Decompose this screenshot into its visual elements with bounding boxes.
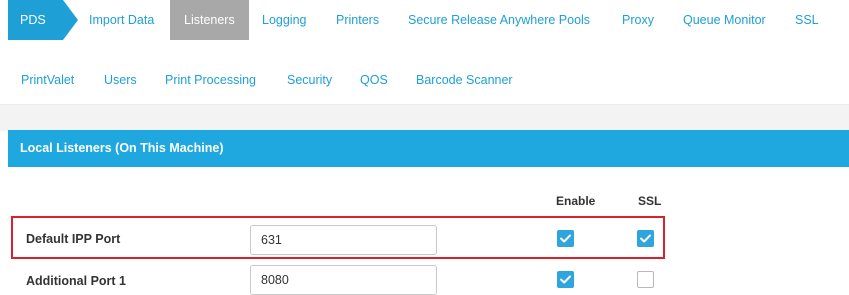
nav-tab-qos[interactable]: QOS (360, 60, 388, 100)
check-icon (640, 234, 651, 243)
divider-band (0, 104, 849, 131)
default-ipp-port-input[interactable] (250, 225, 437, 255)
additional-port-1-ssl-checkbox[interactable] (637, 271, 654, 288)
nav-tab-printvalet[interactable]: PrintValet (21, 60, 74, 100)
additional-port-1-enable-checkbox[interactable] (557, 271, 574, 288)
nav-tab-ssl[interactable]: SSL (795, 0, 819, 40)
nav-tab-proxy[interactable]: Proxy (622, 0, 654, 40)
nav-tab-logging[interactable]: Logging (262, 0, 307, 40)
check-icon (560, 234, 571, 243)
default-ipp-ssl-checkbox[interactable] (637, 230, 654, 247)
nav-tab-listeners[interactable]: Listeners (170, 0, 249, 40)
nav-tab-security[interactable]: Security (287, 60, 332, 100)
check-icon (560, 275, 571, 284)
row-label-default-ipp-port: Default IPP Port (26, 232, 121, 246)
panel-title: Local Listeners (On This Machine) (8, 130, 849, 167)
column-header-ssl: SSL (638, 194, 662, 208)
column-header-enable: Enable (556, 194, 596, 208)
nav-tab-import-data[interactable]: Import Data (89, 0, 154, 40)
nav-tab-print-processing[interactable]: Print Processing (165, 60, 256, 100)
row-label-additional-port-1: Additional Port 1 (26, 274, 126, 288)
nav-tab-secure-release-anywhere-pools[interactable]: Secure Release Anywhere Pools (408, 0, 590, 40)
nav-tab-pds[interactable]: PDS (8, 0, 78, 40)
nav-tab-printers[interactable]: Printers (336, 0, 379, 40)
top-nav: PDS Import Data Listeners Logging Printe… (0, 0, 849, 104)
nav-tab-queue-monitor[interactable]: Queue Monitor (683, 0, 766, 40)
default-ipp-enable-checkbox[interactable] (557, 230, 574, 247)
nav-tab-users[interactable]: Users (104, 60, 137, 100)
nav-tab-barcode-scanner[interactable]: Barcode Scanner (416, 60, 513, 100)
